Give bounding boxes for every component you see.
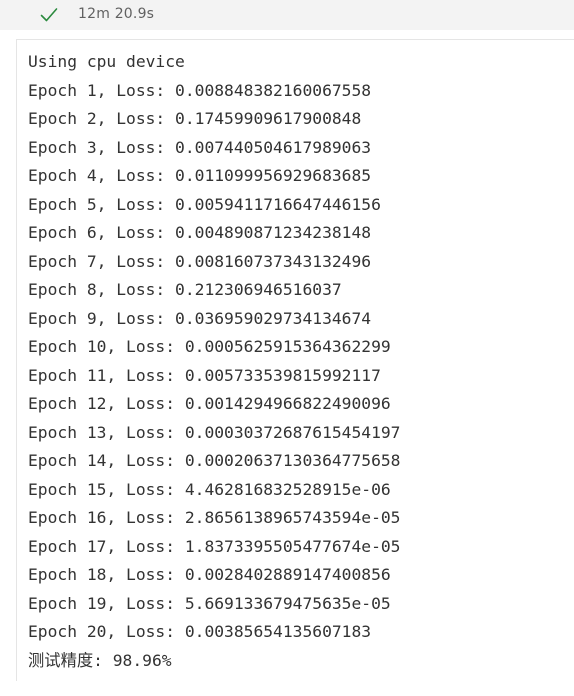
test-accuracy-line: 测试精度: 98.96% <box>28 650 172 670</box>
output-line: Epoch 7, Loss: 0.008160737343132496 <box>28 251 372 271</box>
output-line: Epoch 13, Loss: 0.00030372687615454197 <box>28 422 401 442</box>
output-line: Epoch 2, Loss: 0.17459909617900848 <box>28 109 362 128</box>
output-line: Using cpu device <box>28 52 185 71</box>
output-line: Epoch 15, Loss: 4.462816832528915e-06 <box>28 479 391 499</box>
output-line: Epoch 8, Loss: 0.212306946516037 <box>28 280 342 299</box>
checkmark-icon <box>40 8 58 22</box>
output-line: Epoch 18, Loss: 0.0028402889147400856 <box>28 565 391 584</box>
output-line: Epoch 17, Loss: 1.8373395505477674e-05 <box>28 536 401 556</box>
output-line: Epoch 20, Loss: 0.00385654135607183 <box>28 622 372 641</box>
output-line: Epoch 4, Loss: 0.011099956929683685 <box>28 166 372 185</box>
output-line: Epoch 1, Loss: 0.008848382160067558 <box>28 80 372 100</box>
output-line: Epoch 12, Loss: 0.0014294966822490096 <box>28 394 391 413</box>
output-line: Epoch 14, Loss: 0.00020637130364775658 <box>28 451 401 470</box>
output-line: Epoch 11, Loss: 0.005733539815992117 <box>28 365 381 385</box>
output-line: Epoch 3, Loss: 0.007440504617989063 <box>28 137 372 157</box>
output-line: Epoch 10, Loss: 0.0005625915364362299 <box>28 337 391 356</box>
output-line: Epoch 16, Loss: 2.8656138965743594e-05 <box>28 508 401 527</box>
execution-duration: 12m 20.9s <box>78 6 155 22</box>
output-line: Epoch 6, Loss: 0.004890871234238148 <box>28 223 372 242</box>
output-line: Epoch 9, Loss: 0.036959029734134674 <box>28 308 372 328</box>
output-line: Epoch 19, Loss: 5.669133679475635e-05 <box>28 593 391 613</box>
output-line: Epoch 5, Loss: 0.005941171664744615​6 <box>28 194 381 214</box>
cell-status-bar: 12m 20.9s <box>0 0 574 30</box>
cell-output-text: Using cpu device Epoch 1, Loss: 0.0088483… <box>28 48 400 675</box>
